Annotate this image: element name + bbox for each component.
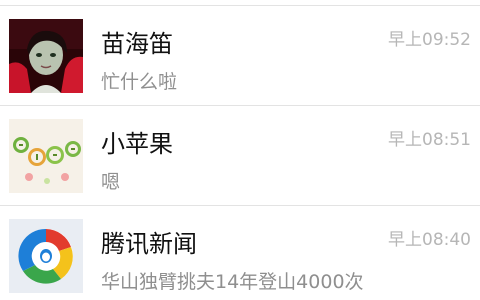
conversation-preview: 忙什么啦 (101, 71, 178, 93)
conversation-row[interactable]: 苗海笛 早上09:52 忙什么啦 (0, 6, 480, 106)
conversation-preview: 华山独臂挑夫14年登山4000次 (101, 271, 364, 293)
person-photo-avatar[interactable] (9, 19, 83, 93)
conversation-row[interactable]: 小苹果 早上08:51 嗯 (0, 106, 480, 206)
conversation-time: 早上09:52 (388, 30, 471, 50)
xiao-pingguo-logo-avatar[interactable] (9, 119, 83, 193)
conversation-name: 小苹果 (101, 130, 173, 158)
conversation-preview: 嗯 (101, 171, 121, 193)
conversation-list: 苗海笛 早上09:52 忙什么啦 小苹果 早上08:51 嗯 腾讯新闻 早上08… (0, 0, 480, 300)
tencent-news-logo-avatar[interactable] (9, 219, 83, 293)
conversation-name: 腾讯新闻 (101, 230, 197, 258)
conversation-time: 早上08:51 (388, 130, 471, 150)
conversation-name: 苗海笛 (101, 30, 173, 58)
conversation-time: 早上08:40 (388, 230, 471, 250)
conversation-row[interactable]: 腾讯新闻 早上08:40 华山独臂挑夫14年登山4000次 (0, 206, 480, 300)
